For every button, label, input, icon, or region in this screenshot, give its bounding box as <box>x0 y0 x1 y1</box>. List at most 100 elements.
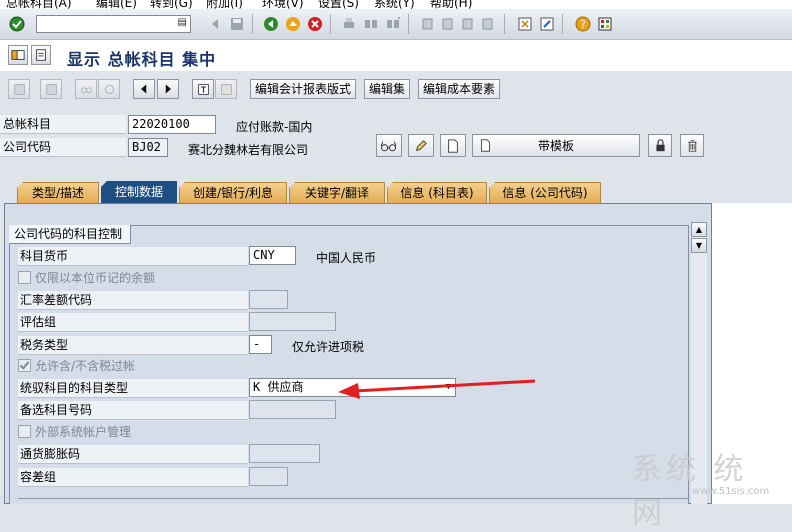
valuation-group-field[interactable] <box>249 312 336 331</box>
new-document-icon <box>448 138 458 153</box>
edit-set-button[interactable]: 编辑集 <box>364 79 411 99</box>
glasses-icon[interactable] <box>75 79 97 99</box>
print-icon[interactable] <box>340 15 358 33</box>
tolerance-group-field[interactable] <box>249 467 288 486</box>
create-session-icon[interactable] <box>516 15 534 33</box>
tax-category-label: 税务类型 <box>18 336 248 355</box>
display-change-icon[interactable] <box>8 45 28 65</box>
exchange-diff-key-field[interactable] <box>249 290 288 309</box>
local-currency-only-label: 仅限以本位币记的余额 <box>35 271 156 285</box>
find-icon[interactable] <box>362 15 380 33</box>
scroll-up-icon[interactable]: ▲ <box>691 222 707 237</box>
inflation-key-label: 通货膨胀码 <box>18 445 248 464</box>
scroll-down-icon[interactable]: ▼ <box>691 238 707 253</box>
edit-fs-version-button[interactable]: 编辑会计报表版式 <box>250 79 357 99</box>
page-title: 显示 总帐科目 集中 <box>67 50 217 69</box>
tree-icon[interactable] <box>8 79 30 99</box>
pencil-icon <box>416 139 427 151</box>
previous-arrow-icon[interactable] <box>133 79 155 99</box>
local-currency-only-checkbox[interactable]: 仅限以本位币记的余额 <box>18 269 155 288</box>
gl-account-field[interactable]: 22020100 <box>128 115 216 134</box>
command-field[interactable]: ▤ <box>36 15 191 33</box>
exchange-diff-key-label: 汇率差额代码 <box>18 291 248 310</box>
template-document-icon <box>481 139 490 152</box>
tab-type-description[interactable]: 类型/描述 <box>17 182 99 203</box>
account-currency-field[interactable]: CNY <box>249 246 296 265</box>
tab-create-bank-interest[interactable]: 创建/银行/利息 <box>179 182 287 203</box>
external-system-checkbox[interactable]: 外部系统帐户管理 <box>18 423 131 442</box>
menu-environment[interactable]: 环境(V) <box>262 0 304 9</box>
recon-account-type-label: 统驭科目的科目类型 <box>18 379 248 398</box>
company-code-description: 赛北分魏林岩有限公司 <box>188 143 309 157</box>
menu-gl-account[interactable]: 总帐科目(A) <box>6 0 72 9</box>
layout-menu-icon[interactable] <box>596 15 614 33</box>
glasses-button[interactable] <box>376 134 402 157</box>
first-page-icon[interactable] <box>418 15 436 33</box>
trash-icon <box>687 140 697 152</box>
shortcut-icon[interactable] <box>538 15 556 33</box>
delete-button[interactable] <box>680 134 704 157</box>
edit-cost-element-button[interactable]: 编辑成本要素 <box>418 79 501 99</box>
menu-settings[interactable]: 设置(S) <box>318 0 359 9</box>
valuation-group-label: 评估组 <box>18 313 248 332</box>
help-icon[interactable]: ? <box>574 15 592 33</box>
with-template-button[interactable]: 带模板 <box>472 134 640 157</box>
last-page-icon[interactable] <box>478 15 496 33</box>
menu-help[interactable]: 帮助(H) <box>430 0 472 9</box>
glasses-icon <box>380 140 397 151</box>
company-code-label: 公司代码 <box>0 138 126 157</box>
checkbox-box-checked <box>18 359 31 372</box>
tab-keyword-translation[interactable]: 关键字/翻译 <box>289 182 385 203</box>
hierarchy-icon[interactable] <box>40 79 62 99</box>
change-button[interactable] <box>408 134 434 157</box>
menu-extras[interactable]: 附加(I) <box>206 0 243 9</box>
compare-icon[interactable] <box>98 79 120 99</box>
external-system-label: 外部系统帐户管理 <box>35 425 132 439</box>
next-arrow-icon[interactable] <box>157 79 179 99</box>
other-document-icon[interactable] <box>31 45 51 65</box>
title-bar: 显示 总帐科目 集中 <box>0 40 792 71</box>
find-next-icon[interactable] <box>384 15 402 33</box>
back-small-icon[interactable] <box>206 15 224 33</box>
annotation-arrow <box>338 379 536 399</box>
menu-system[interactable]: 系统(Y) <box>374 0 415 9</box>
document-icon[interactable] <box>192 79 214 99</box>
tab-info-chart-of-accounts[interactable]: 信息 (科目表) <box>387 182 487 203</box>
inflation-key-field[interactable] <box>249 444 320 463</box>
menu-bar: 总帐科目(A) 编辑(E) 转到(G) 附加(I) 环境(V) 设置(S) 系统… <box>0 0 792 9</box>
previous-page-icon[interactable] <box>438 15 456 33</box>
alternative-account-field[interactable] <box>249 400 336 419</box>
create-button[interactable] <box>440 134 466 157</box>
lock-button[interactable] <box>648 134 672 157</box>
back-icon[interactable] <box>262 15 280 33</box>
tab-info-company-code[interactable]: 信息 (公司代码) <box>489 182 601 203</box>
command-field-dropdown-icon[interactable]: ▤ <box>178 17 187 28</box>
next-page-icon[interactable] <box>458 15 476 33</box>
exit-icon[interactable] <box>284 15 302 33</box>
gl-account-label: 总帐科目 <box>0 115 126 134</box>
with-template-label: 带模板 <box>537 139 574 153</box>
save-icon[interactable] <box>228 15 246 33</box>
system-toolbar: ▤ ? <box>0 9 792 40</box>
group-title: 公司代码的科目控制 <box>9 225 132 244</box>
account-currency-description: 中国人民币 <box>316 251 377 265</box>
post-without-tax-checkbox[interactable]: 允许含/不含税过帐 <box>18 357 135 376</box>
application-toolbar: 编辑会计报表版式 编辑集 编辑成本要素 <box>0 71 792 105</box>
alternative-account-label: 备选科目号码 <box>18 401 248 420</box>
recon-account-type-value: K 供应商 <box>253 380 304 394</box>
company-code-field[interactable]: BJ02 <box>128 138 168 157</box>
cancel-icon[interactable] <box>306 15 324 33</box>
menu-edit[interactable]: 编辑(E) <box>96 0 137 9</box>
tab-control-data[interactable]: 控制数据 <box>101 181 177 204</box>
watermark-url: www.51sis.com <box>692 486 770 497</box>
group-bottom-divider <box>18 498 688 499</box>
tolerance-group-label: 容差组 <box>18 468 248 487</box>
template-icon[interactable] <box>215 79 237 99</box>
gl-account-description: 应付账款-国内 <box>236 120 313 134</box>
enter-check-icon[interactable] <box>8 15 26 33</box>
svg-text:?: ? <box>580 18 586 31</box>
tax-category-field[interactable]: - <box>249 335 272 354</box>
tax-category-description: 仅允许进项税 <box>292 340 365 354</box>
menu-goto[interactable]: 转到(G) <box>150 0 193 9</box>
checkbox-box <box>18 271 31 284</box>
